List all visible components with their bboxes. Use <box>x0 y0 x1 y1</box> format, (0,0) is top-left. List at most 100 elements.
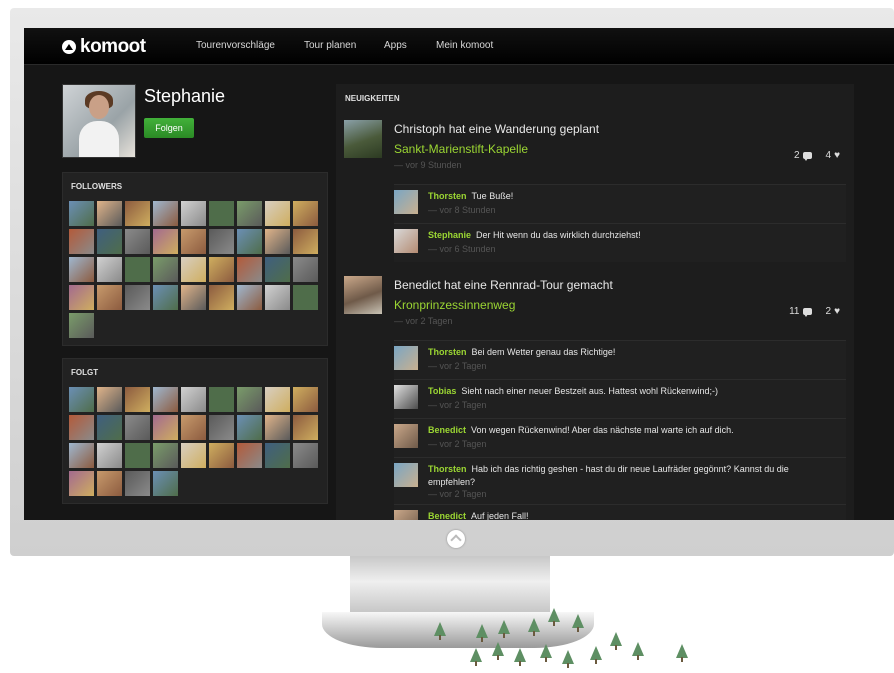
user-avatar[interactable] <box>265 201 290 226</box>
user-avatar[interactable] <box>237 415 262 440</box>
user-avatar[interactable] <box>97 387 122 412</box>
tour-link[interactable]: Kronprinzessinnenweg <box>394 298 515 312</box>
user-avatar[interactable] <box>69 443 94 468</box>
user-avatar[interactable] <box>97 443 122 468</box>
user-avatar[interactable] <box>181 387 206 412</box>
user-avatar[interactable] <box>125 471 150 496</box>
user-avatar[interactable] <box>265 257 290 282</box>
user-avatar[interactable] <box>209 415 234 440</box>
user-avatar[interactable] <box>293 229 318 254</box>
comment-author[interactable]: Stephanie <box>428 230 471 240</box>
user-avatar[interactable] <box>181 257 206 282</box>
activity-item[interactable]: Benedict hat eine Rennrad-Tour gemacht K… <box>344 276 854 336</box>
user-avatar[interactable] <box>265 229 290 254</box>
user-avatar[interactable] <box>181 201 206 226</box>
user-avatar[interactable] <box>237 201 262 226</box>
comment-author[interactable]: Benedict <box>428 511 466 520</box>
commenter-avatar[interactable] <box>394 385 418 409</box>
nav-apps[interactable]: Apps <box>384 40 407 51</box>
user-avatar[interactable] <box>97 471 122 496</box>
user-avatar[interactable] <box>125 201 150 226</box>
like-count[interactable]: 4 ♥ <box>826 150 841 161</box>
comment-author[interactable]: Tobias <box>428 386 456 396</box>
user-avatar[interactable] <box>153 387 178 412</box>
user-avatar[interactable] <box>153 201 178 226</box>
user-avatar[interactable] <box>125 285 150 310</box>
follow-button[interactable]: Folgen <box>144 118 194 138</box>
user-avatar[interactable] <box>69 257 94 282</box>
user-avatar[interactable] <box>69 285 94 310</box>
user-avatar[interactable] <box>125 229 150 254</box>
user-avatar[interactable] <box>125 257 150 282</box>
user-avatar[interactable] <box>69 201 94 226</box>
user-avatar[interactable] <box>181 229 206 254</box>
tour-link[interactable]: Sankt-Marienstift-Kapelle <box>394 142 528 156</box>
user-avatar[interactable] <box>69 387 94 412</box>
user-avatar[interactable] <box>209 443 234 468</box>
user-avatar[interactable] <box>153 229 178 254</box>
user-avatar[interactable] <box>293 285 318 310</box>
user-avatar[interactable] <box>153 257 178 282</box>
user-avatar[interactable] <box>209 285 234 310</box>
user-avatar[interactable] <box>209 201 234 226</box>
commenter-avatar[interactable] <box>394 229 418 253</box>
user-avatar[interactable] <box>153 285 178 310</box>
comment-author[interactable]: Thorsten <box>428 191 467 201</box>
comment-author[interactable]: Thorsten <box>428 347 467 357</box>
comment-count[interactable]: 2 <box>794 150 812 161</box>
user-avatar[interactable] <box>181 285 206 310</box>
user-avatar[interactable] <box>209 387 234 412</box>
user-avatar[interactable] <box>125 415 150 440</box>
user-avatar[interactable] <box>293 415 318 440</box>
user-avatar[interactable] <box>125 387 150 412</box>
user-avatar[interactable] <box>237 229 262 254</box>
nav-tour-planen[interactable]: Tour planen <box>304 40 356 51</box>
tour-thumbnail[interactable] <box>344 276 382 314</box>
user-avatar[interactable] <box>69 229 94 254</box>
user-avatar[interactable] <box>181 443 206 468</box>
user-avatar[interactable] <box>97 415 122 440</box>
user-avatar[interactable] <box>181 415 206 440</box>
commenter-avatar[interactable] <box>394 190 418 214</box>
user-avatar[interactable] <box>125 443 150 468</box>
user-avatar[interactable] <box>153 415 178 440</box>
user-avatar[interactable] <box>293 257 318 282</box>
user-avatar[interactable] <box>69 313 94 338</box>
user-avatar[interactable] <box>97 285 122 310</box>
tour-thumbnail[interactable] <box>344 120 382 158</box>
user-avatar[interactable] <box>69 415 94 440</box>
user-avatar[interactable] <box>97 201 122 226</box>
commenter-avatar[interactable] <box>394 346 418 370</box>
like-count[interactable]: 2 ♥ <box>826 306 841 317</box>
comment-count[interactable]: 11 <box>789 306 812 317</box>
user-avatar[interactable] <box>237 443 262 468</box>
user-avatar[interactable] <box>265 387 290 412</box>
activity-text: Benedict hat eine Rennrad-Tour gemacht <box>394 278 613 292</box>
user-avatar[interactable] <box>237 387 262 412</box>
user-avatar[interactable] <box>153 471 178 496</box>
user-avatar[interactable] <box>293 443 318 468</box>
komoot-logo[interactable]: komoot <box>62 36 146 58</box>
nav-mein-komoot[interactable]: Mein komoot <box>436 40 493 51</box>
commenter-avatar[interactable] <box>394 424 418 448</box>
user-avatar[interactable] <box>237 257 262 282</box>
user-avatar[interactable] <box>237 285 262 310</box>
activity-item[interactable]: Christoph hat eine Wanderung geplant San… <box>344 120 854 180</box>
activity-time: — vor 9 Stunden <box>394 160 462 170</box>
user-avatar[interactable] <box>265 285 290 310</box>
comment-author[interactable]: Benedict <box>428 425 466 435</box>
user-avatar[interactable] <box>209 229 234 254</box>
user-avatar[interactable] <box>293 387 318 412</box>
user-avatar[interactable] <box>153 443 178 468</box>
user-avatar[interactable] <box>97 229 122 254</box>
user-avatar[interactable] <box>97 257 122 282</box>
commenter-avatar[interactable] <box>394 463 418 487</box>
user-avatar[interactable] <box>265 443 290 468</box>
user-avatar[interactable] <box>69 471 94 496</box>
user-avatar[interactable] <box>209 257 234 282</box>
user-avatar[interactable] <box>293 201 318 226</box>
nav-tourenvorschlaege[interactable]: Tourenvorschläge <box>196 40 275 51</box>
comment-author[interactable]: Thorsten <box>428 464 467 474</box>
commenter-avatar[interactable] <box>394 510 418 520</box>
user-avatar[interactable] <box>265 415 290 440</box>
